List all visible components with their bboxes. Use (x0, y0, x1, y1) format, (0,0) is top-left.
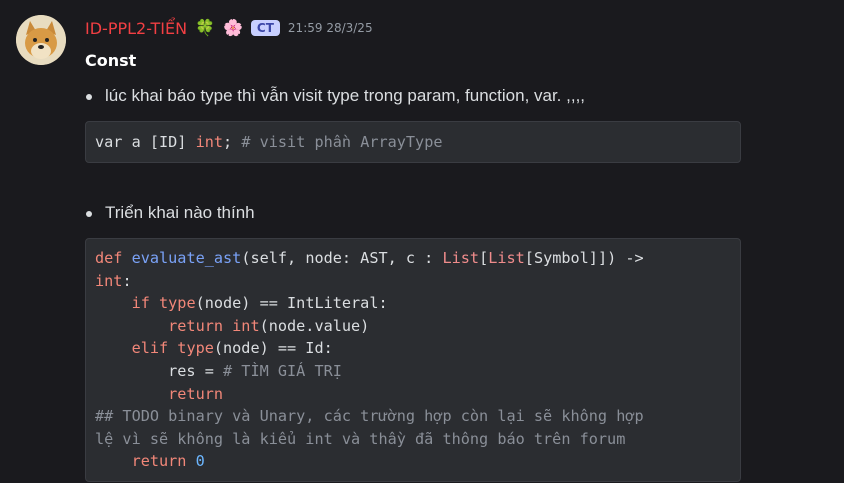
code-comment: # TÌM GIÁ TRỊ (223, 361, 342, 380)
code-block-evaluate-ast: def evaluate_ast(self, node: AST, c : Li… (85, 238, 741, 482)
code-text: (self, node: AST, c : (241, 249, 443, 267)
code-function: evaluate_ast (122, 249, 242, 267)
bullet-item: Triển khai nào thính (85, 203, 745, 227)
doge-avatar-icon (16, 15, 66, 65)
message-timestamp: 21:59 28/3/25 (287, 21, 373, 35)
message-header: ID-PPL2-TIỂN 🍀 🌸 CT 21:59 28/3/25 (85, 14, 745, 42)
user-avatar[interactable] (16, 15, 66, 65)
code-text: (node) == IntLiteral: (195, 294, 388, 313)
code-text: ; (223, 133, 242, 151)
code-keyword: int (95, 271, 123, 290)
code-type: List (488, 249, 525, 267)
code-keyword: return (95, 452, 187, 471)
code-text: var a [ID] (95, 133, 196, 151)
code-keyword: int (223, 316, 260, 335)
code-comment: ## TODO binary và Unary, các trường hợp … (95, 407, 644, 426)
code-text: [Symbol]]) -> (524, 249, 644, 267)
code-keyword: type (168, 339, 214, 358)
code-keyword: int (195, 133, 224, 151)
code-keyword: def (95, 249, 123, 267)
username[interactable]: ID-PPL2-TIỂN (85, 19, 187, 38)
server-tag-badge[interactable]: CT (250, 20, 280, 36)
clover-icon: 🍀 (195, 18, 215, 37)
code-keyword: type (149, 294, 196, 313)
chat-message: ID-PPL2-TIỂN 🍀 🌸 CT 21:59 28/3/25 Const … (85, 14, 745, 482)
code-comment: # visit phần ArrayType (241, 133, 443, 151)
code-comment: lệ vì sẽ không là kiểu int và thầy đã th… (95, 429, 626, 448)
code-text: [ (479, 249, 489, 267)
code-keyword: return (95, 384, 224, 403)
code-type: List (442, 249, 480, 267)
code-keyword: return (95, 316, 224, 335)
code-number: 0 (186, 452, 205, 471)
flower-icon: 🌸 (223, 18, 243, 37)
code-text: : (122, 271, 132, 290)
message-title: Const (85, 51, 137, 70)
code-block-var: var a [ID] int; # visit phần ArrayType (85, 121, 741, 163)
code-keyword: elif (95, 339, 169, 358)
code-text: (node.value) (259, 316, 370, 335)
code-keyword: if (95, 294, 150, 313)
code-text: res = (95, 361, 224, 380)
bullet-item: lúc khai báo type thì vẫn visit type tro… (85, 86, 745, 110)
code-text: (node) == Id: (213, 339, 333, 358)
